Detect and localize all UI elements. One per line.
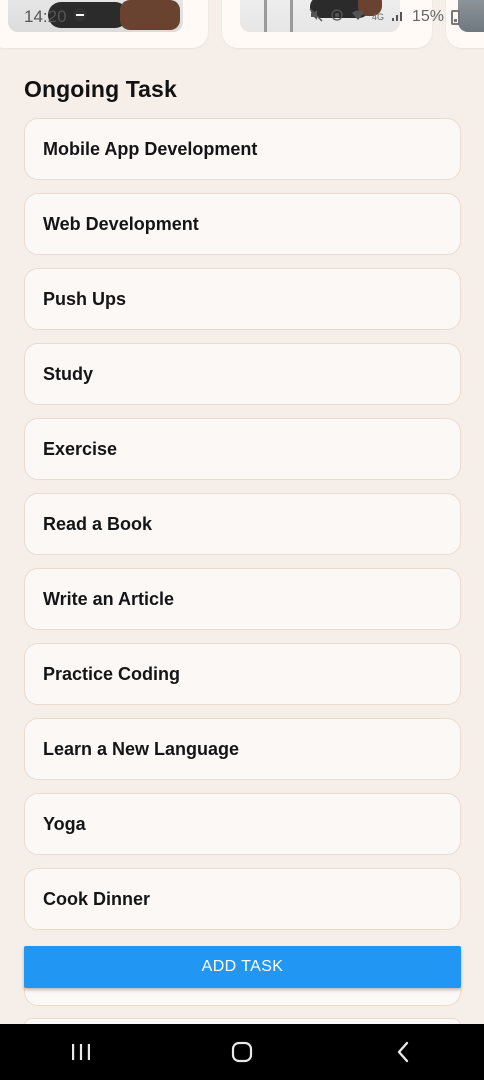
recents-icon [71, 1044, 90, 1060]
carousel-card[interactable] [446, 0, 484, 48]
task-label: Web Development [43, 213, 199, 234]
task-item[interactable]: Learn a New Language [24, 718, 461, 780]
task-label: Cook Dinner [43, 888, 151, 909]
task-item[interactable]: Web Development [24, 193, 461, 255]
task-label: Study [43, 363, 94, 384]
task-label: Read a Book [43, 513, 153, 534]
carousel-card[interactable] [222, 0, 432, 48]
task-list: Mobile App Development Web Development P… [24, 118, 461, 943]
task-label: Push Ups [43, 288, 127, 309]
task-item[interactable]: Study [24, 343, 461, 405]
back-icon [398, 1041, 409, 1063]
task-item[interactable]: Mobile App Development [24, 118, 461, 180]
task-item[interactable]: Yoga [24, 793, 461, 855]
task-item[interactable]: Push Ups [24, 268, 461, 330]
task-label: Yoga [43, 813, 86, 834]
task-item[interactable]: Practice Coding [24, 643, 461, 705]
task-label: Mobile App Development [43, 138, 258, 159]
app-screen: 14:20 4G 15% Ongoing Task Mobile App Dev… [0, 0, 484, 1080]
section-title: Ongoing Task [24, 76, 177, 102]
home-button[interactable] [212, 1032, 272, 1072]
task-label: Exercise [43, 438, 118, 459]
task-label: Write an Article [43, 588, 175, 609]
image-carousel[interactable] [0, 0, 484, 50]
carousel-photo [458, 0, 484, 32]
back-button[interactable] [373, 1032, 433, 1072]
task-label: Learn a New Language [43, 738, 240, 759]
task-item[interactable]: Read a Book [24, 493, 461, 555]
home-icon [231, 1041, 253, 1063]
carousel-photo [8, 0, 183, 32]
task-item[interactable]: Cook Dinner [24, 868, 461, 930]
system-nav-bar [0, 1024, 484, 1080]
add-task-button[interactable]: ADD TASK [24, 946, 461, 988]
carousel-photo [240, 0, 400, 32]
recents-button[interactable] [51, 1032, 111, 1072]
task-label: Practice Coding [43, 663, 181, 684]
carousel-card[interactable] [0, 0, 208, 48]
task-item[interactable]: Exercise [24, 418, 461, 480]
task-item[interactable]: Write an Article [24, 568, 461, 630]
